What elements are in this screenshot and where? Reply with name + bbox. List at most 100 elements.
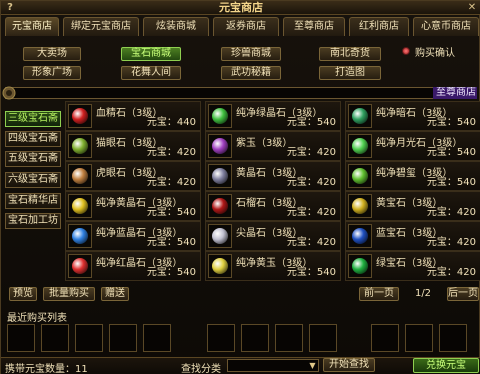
gem-item[interactable]: 虎眼石（3级） 元宝：420	[65, 161, 201, 191]
category-select[interactable]: ▼	[227, 359, 319, 372]
gem-item-price: 元宝：420	[286, 207, 336, 218]
gem-item-price: 元宝：540	[426, 147, 476, 158]
tab-bound-yuanbao-shop[interactable]: 绑定元宝商店	[63, 17, 139, 36]
recent-slot[interactable]	[143, 324, 171, 352]
gem-item[interactable]: 黄晶石（3级） 元宝：420	[205, 161, 341, 191]
gem-item[interactable]: 尖晶石（3级） 元宝：420	[205, 221, 341, 251]
gem-item-price: 元宝：420	[146, 147, 196, 158]
recent-slot[interactable]	[7, 324, 35, 352]
recent-slot[interactable]	[275, 324, 303, 352]
tab-token-shop[interactable]: 心意币商店	[413, 17, 479, 36]
category-level4-gem[interactable]: 四级宝石斋	[5, 131, 61, 147]
sub-martial-arts-button[interactable]: 武功秘籍	[221, 66, 281, 80]
gem-item-price: 元宝：420	[286, 177, 336, 188]
chevron-down-icon[interactable]: ▼	[307, 360, 318, 371]
gem-icon	[68, 254, 92, 278]
preview-button[interactable]: 预览	[9, 287, 37, 301]
close-icon[interactable]: ✕	[466, 2, 478, 14]
gem-icon	[68, 224, 92, 248]
gem-item-price: 元宝：540	[146, 237, 196, 248]
tab-supreme-shop[interactable]: 至尊商店	[283, 17, 345, 36]
gem-icon	[68, 194, 92, 218]
gem-item-price: 元宝：540	[426, 117, 476, 128]
category-level5-gem[interactable]: 五级宝石斋	[5, 151, 61, 167]
gem-icon	[348, 224, 372, 248]
tab-coupon-shop[interactable]: 返券商店	[213, 17, 279, 36]
title-bar: ? 元宝商店 ✕	[1, 1, 480, 15]
gem-item[interactable]: 石榴石（3级） 元宝：420	[205, 191, 341, 221]
gem-icon	[68, 104, 92, 128]
gem-item[interactable]: 纯净暗石（3级） 元宝：540	[345, 101, 480, 131]
gem-item-price: 元宝：420	[146, 177, 196, 188]
gift-button[interactable]: 赠送	[101, 287, 129, 301]
gem-icon	[208, 224, 232, 248]
gem-item[interactable]: 紫玉（3级） 元宝：420	[205, 131, 341, 161]
sub-gem-mall-button[interactable]: 宝石商城	[121, 47, 181, 61]
sub-flower-dance-button[interactable]: 花舞人间	[121, 66, 181, 80]
gem-item[interactable]: 绿宝石（3级） 元宝：420	[345, 251, 480, 281]
recent-slot[interactable]	[439, 324, 467, 352]
recent-slot[interactable]	[207, 324, 235, 352]
tab-bonus-shop[interactable]: 红利商店	[349, 17, 409, 36]
purchase-confirm-radio[interactable]	[402, 47, 410, 55]
gem-item-price: 元宝：540	[286, 117, 336, 128]
prev-page-button[interactable]: 前一页	[359, 287, 399, 301]
gem-item[interactable]: 黄宝石（3级） 元宝：420	[345, 191, 480, 221]
category-gem-workshop[interactable]: 宝石加工坊	[5, 213, 61, 229]
gem-icon	[208, 254, 232, 278]
gem-item[interactable]: 蓝宝石（3级） 元宝：420	[345, 221, 480, 251]
gem-item[interactable]: 猫眼石（3级） 元宝：420	[65, 131, 201, 161]
recent-purchases-label: 最近购买列表	[7, 313, 67, 324]
gem-item[interactable]: 纯净月光石（3级） 元宝：540	[345, 131, 480, 161]
recent-slot[interactable]	[371, 324, 399, 352]
sub-crafting-button[interactable]: 打造图	[319, 66, 381, 80]
gem-item-price: 元宝：540	[146, 267, 196, 278]
bulk-buy-button[interactable]: 批量购买	[43, 287, 95, 301]
gem-item-name: 紫玉（3级）	[236, 138, 293, 149]
yuanbao-shop-window: ? 元宝商店 ✕ 元宝商店 绑定元宝商店 炫装商城 返券商店 至尊商店 红利商店…	[0, 0, 480, 374]
gem-item[interactable]: 纯净蓝晶石（3级） 元宝：540	[65, 221, 201, 251]
gem-item-price: 元宝：540	[426, 177, 476, 188]
recent-slot[interactable]	[109, 324, 137, 352]
recent-slot[interactable]	[75, 324, 103, 352]
gem-icon	[348, 164, 372, 188]
shop-tabs: 元宝商店 绑定元宝商店 炫装商城 返券商店 至尊商店 红利商店 心意币商店	[1, 17, 480, 37]
tab-fashion-mall[interactable]: 炫装商城	[143, 17, 209, 36]
gem-item-price: 元宝：420	[286, 237, 336, 248]
gem-item-price: 元宝：420	[286, 147, 336, 158]
sub-image-plaza-button[interactable]: 形象广场	[23, 66, 81, 80]
tab-yuanbao-shop[interactable]: 元宝商店	[5, 17, 59, 36]
recent-slot[interactable]	[241, 324, 269, 352]
start-search-button[interactable]: 开始查找	[323, 358, 375, 372]
recent-slot[interactable]	[405, 324, 433, 352]
gem-item-price: 元宝：420	[426, 267, 476, 278]
sub-goods-button[interactable]: 南北奇货	[319, 47, 381, 61]
exchange-yuanbao-button[interactable]: 兑换元宝	[413, 358, 479, 373]
gem-item[interactable]: 纯净红晶石（3级） 元宝：540	[65, 251, 201, 281]
gem-item[interactable]: 纯净绿晶石（3级） 元宝：540	[205, 101, 341, 131]
scroll-ornament-icon	[2, 86, 16, 100]
gem-icon	[208, 104, 232, 128]
category-gem-essence[interactable]: 宝石精华店	[5, 193, 61, 209]
gem-icon	[348, 134, 372, 158]
gem-item[interactable]: 血精石（3级） 元宝：440	[65, 101, 201, 131]
gem-item-price: 元宝：420	[426, 237, 476, 248]
gem-icon	[208, 134, 232, 158]
recent-slot[interactable]	[309, 324, 337, 352]
gem-item[interactable]: 纯净黄玉（3级） 元宝：540	[205, 251, 341, 281]
gem-item[interactable]: 纯净黄晶石（3级） 元宝：540	[65, 191, 201, 221]
recent-slot[interactable]	[41, 324, 69, 352]
sub-bazaar-button[interactable]: 大卖场	[23, 47, 81, 61]
gem-icon	[208, 164, 232, 188]
category-level6-gem[interactable]: 六级宝石斋	[5, 172, 61, 188]
category-level3-gem[interactable]: 三级宝石斋	[5, 111, 61, 127]
next-page-button[interactable]: 后一页	[447, 287, 479, 301]
gem-item[interactable]: 纯净碧玺（3级） 元宝：540	[345, 161, 480, 191]
find-category-label: 查找分类	[181, 364, 221, 374]
gem-icon	[68, 134, 92, 158]
sub-pet-mall-button[interactable]: 珍兽商城	[221, 47, 281, 61]
announcement-text: 至尊商店	[433, 87, 477, 99]
item-grid: 血精石（3级） 元宝：440 纯净绿晶石（3级） 元宝：540 纯净暗石（3级） 元宝：5…	[65, 101, 480, 281]
gem-icon	[348, 254, 372, 278]
purchase-confirm-label: 购买确认	[415, 48, 455, 59]
